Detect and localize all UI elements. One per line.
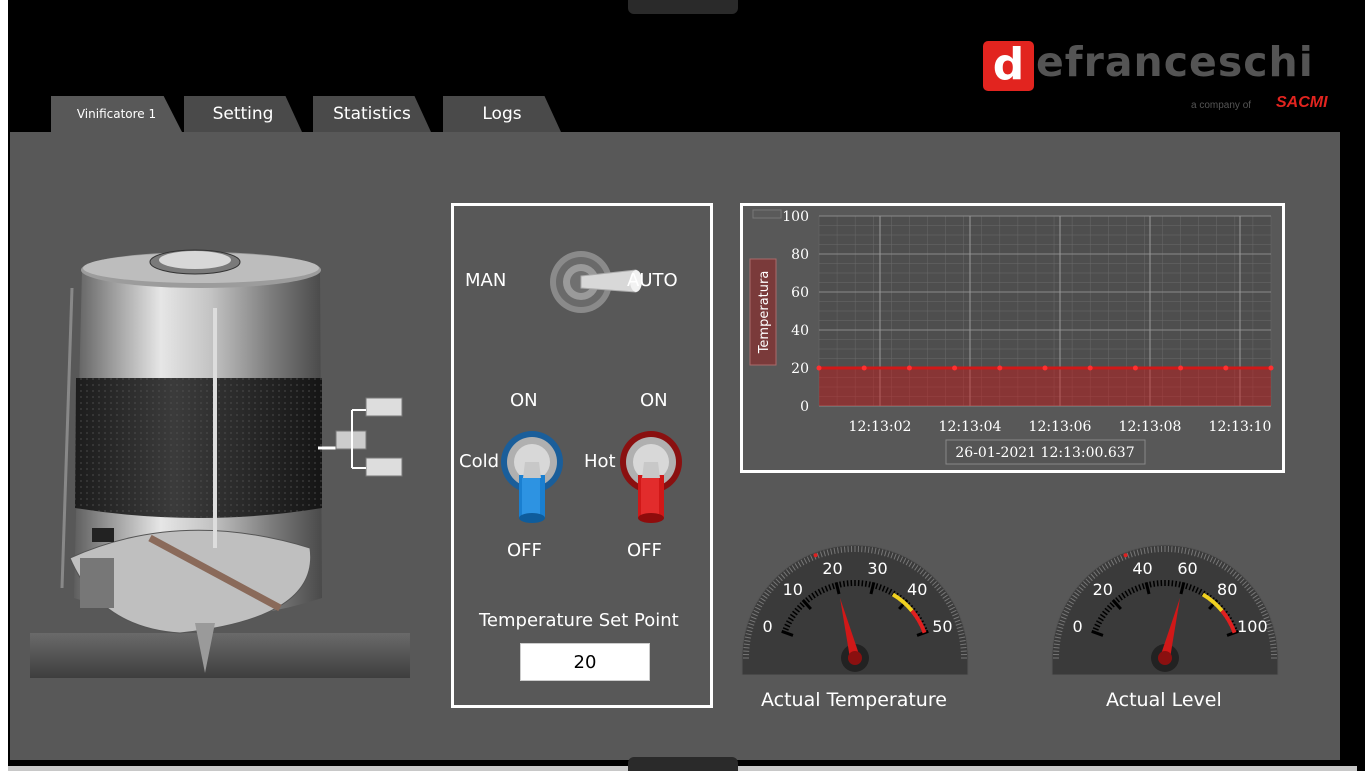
chart-cursor-readout: 26-01-2021 12:13:00.637: [945, 439, 1146, 465]
chart-data-point: [1223, 365, 1229, 371]
chart-x-tick-label: 12:13:08: [1119, 419, 1182, 435]
gauge-tick-label: 40: [1132, 559, 1152, 578]
temperature-gauge-label: Actual Temperature: [761, 689, 947, 711]
svg-text:Temperatura: Temperatura: [757, 271, 772, 355]
chart-y-tick-label: 40: [791, 323, 809, 339]
hot-off-label: OFF: [627, 540, 662, 561]
gauge-tick-label: 30: [867, 559, 887, 578]
chart-data-point: [952, 365, 958, 371]
gauge-tick-label: 40: [907, 580, 927, 599]
gauge-tick-label: 0: [1073, 617, 1083, 636]
brand-subtitle: a company of: [1191, 100, 1252, 111]
cold-off-label: OFF: [507, 540, 542, 561]
gauge-outer-tick: [1174, 546, 1177, 553]
chart-y-tick-label: 0: [800, 399, 809, 415]
gauge-tick-label: 80: [1217, 580, 1237, 599]
svg-text:26-01-2021 12:13:00.637: 26-01-2021 12:13:00.637: [955, 445, 1134, 461]
gauge-tick-label: 20: [1093, 580, 1113, 599]
chart-data-point: [1268, 365, 1274, 371]
chart-data-point: [861, 365, 867, 371]
gauge-outer-tick: [1053, 646, 1060, 649]
level-gauge-label: Actual Level: [1106, 689, 1222, 711]
gauge-outer-tick: [843, 546, 846, 553]
gauge-tick: [1152, 580, 1156, 587]
chart-data-point: [1087, 365, 1093, 371]
mode-man-label: MAN: [465, 270, 507, 291]
chart-x-tick-label: 12:13:04: [939, 419, 1002, 435]
wine-tank-illustration: [30, 249, 410, 678]
chart-y-axis-label: Temperatura: [749, 258, 777, 366]
chart-y-tick-label: 20: [791, 361, 809, 377]
tab-vinificatore-1[interactable]: Vinificatore 1: [51, 96, 182, 132]
gauge-marker: [813, 553, 818, 558]
brand-name: efranceschi: [1036, 38, 1314, 86]
chart-data-point: [816, 365, 822, 371]
hot-toggle-switch[interactable]: [619, 430, 684, 530]
cold-on-label: ON: [510, 390, 538, 411]
parent-brand: SACMI: [1276, 94, 1328, 111]
temperature-gauge: 0 10 20 30 40 50: [741, 544, 969, 675]
cold-label: Cold: [459, 451, 500, 472]
chart-x-tick-label: 12:13:02: [849, 419, 912, 435]
window-frame: [0, 0, 8, 771]
gauge-tick: [861, 580, 864, 587]
gauge-tick-label: 50: [932, 617, 952, 636]
gauge-tick: [1171, 580, 1174, 587]
gauge-tick: [864, 580, 868, 587]
gauge-tick-label: 20: [822, 559, 842, 578]
chart-data-point: [906, 365, 912, 371]
chart-data-point: [1132, 365, 1138, 371]
gauge-marker: [1123, 553, 1128, 558]
tab-setting[interactable]: Setting: [184, 96, 302, 132]
hot-on-label: ON: [640, 390, 668, 411]
tab-statistics[interactable]: Statistics: [313, 96, 431, 132]
brand-logo-icon: d: [983, 41, 1034, 91]
chart-handle-icon[interactable]: [752, 209, 782, 219]
setpoint-label: Temperature Set Point: [479, 610, 679, 631]
chart-y-tick-label: 80: [791, 247, 809, 263]
gauge-outer-tick: [960, 646, 967, 649]
chart-series-area: [819, 368, 1271, 406]
gauge-tick: [842, 580, 846, 587]
temperature-chart[interactable]: 0 20 40 60 80 100 12:13:02 12:13:04 12:13:06 12:1…: [743, 206, 1282, 470]
chart-x-tick-label: 12:13:10: [1209, 419, 1272, 435]
chart-y-tick-label: 60: [791, 285, 809, 301]
gauge-needle-cap: [848, 651, 862, 665]
cold-toggle-switch[interactable]: [500, 430, 565, 530]
gauge-needle-cap: [1158, 651, 1172, 665]
chart-data-point: [997, 365, 1003, 371]
mode-auto-label: AUTO: [627, 270, 678, 291]
chart-data-point: [1042, 365, 1048, 371]
bottom-drag-handle[interactable]: [628, 757, 738, 771]
gauge-tick-label: 100: [1237, 617, 1268, 636]
gauge-outer-tick: [864, 546, 867, 553]
gauge-tick-label: 60: [1177, 559, 1197, 578]
gauge-outer-tick: [1153, 546, 1156, 553]
top-drag-handle[interactable]: [628, 0, 738, 14]
chart-data-point: [1178, 365, 1184, 371]
gauge-outer-tick: [743, 646, 750, 649]
setpoint-input[interactable]: 20: [520, 643, 650, 681]
gauge-tick: [1174, 580, 1178, 587]
gauge-tick-label: 0: [763, 617, 773, 636]
tab-logs[interactable]: Logs: [443, 96, 561, 132]
hot-label: Hot: [584, 451, 616, 472]
level-gauge: 0 20 40 60 80100: [1051, 544, 1279, 675]
chart-y-tick-label: 100: [782, 209, 809, 225]
gauge-tick-label: 10: [783, 580, 803, 599]
gauge-tick: [846, 580, 849, 587]
gauge-tick: [1156, 580, 1159, 587]
chart-x-tick-label: 12:13:06: [1029, 419, 1092, 435]
gauge-outer-tick: [1270, 646, 1277, 649]
